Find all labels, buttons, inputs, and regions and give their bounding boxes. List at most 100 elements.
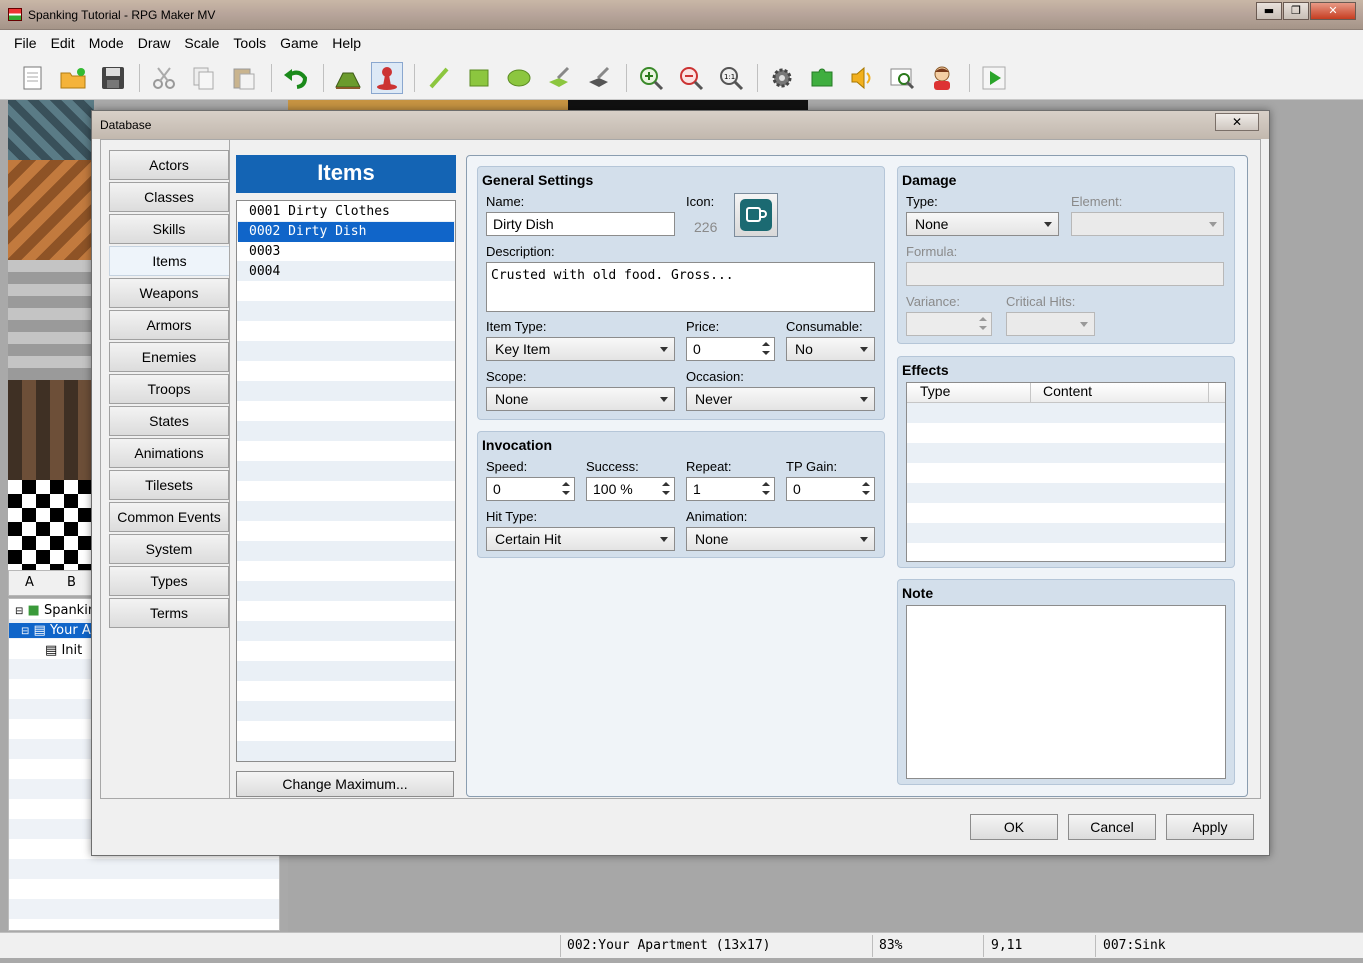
character-generator-icon[interactable] xyxy=(926,62,958,94)
spin-down-icon[interactable] xyxy=(562,491,570,495)
apply-button[interactable]: Apply xyxy=(1166,814,1254,840)
zoom-in-icon[interactable] xyxy=(635,62,667,94)
item-list[interactable]: 0001 Dirty Clothes 0002 Dirty Dish 0003 … xyxy=(236,200,456,762)
new-project-icon[interactable] xyxy=(17,62,49,94)
list-item[interactable]: 0001 Dirty Clothes xyxy=(238,202,454,222)
tileset-palette[interactable] xyxy=(8,100,94,570)
menu-file[interactable]: File xyxy=(14,35,45,51)
spin-down-icon[interactable] xyxy=(762,491,770,495)
nav-terms[interactable]: Terms xyxy=(109,598,229,628)
spin-down-icon[interactable] xyxy=(662,491,670,495)
maximize-button[interactable]: ❐ xyxy=(1283,2,1309,20)
paste-icon[interactable] xyxy=(228,62,260,94)
animation-select[interactable]: None xyxy=(686,527,875,551)
map-tree-root[interactable]: ⊟ ■ Spankin xyxy=(15,603,96,618)
spin-up-icon[interactable] xyxy=(762,342,770,346)
menu-edit[interactable]: Edit xyxy=(51,35,83,51)
undo-icon[interactable] xyxy=(280,62,312,94)
note-field[interactable] xyxy=(906,605,1226,779)
open-project-icon[interactable] xyxy=(57,62,89,94)
nav-classes[interactable]: Classes xyxy=(109,182,229,212)
minimize-button[interactable]: ▬ xyxy=(1256,2,1282,20)
effects-table[interactable]: Type Content xyxy=(906,382,1226,562)
effects-col-content[interactable]: Content xyxy=(1031,383,1209,403)
close-button[interactable]: ✕ xyxy=(1310,2,1356,20)
plugin-manager-icon[interactable] xyxy=(806,62,838,94)
nav-tilesets[interactable]: Tilesets xyxy=(109,470,229,500)
element-select[interactable] xyxy=(1071,212,1224,236)
dialog-close-button[interactable]: ✕ xyxy=(1215,113,1259,131)
nav-enemies[interactable]: Enemies xyxy=(109,342,229,372)
save-project-icon[interactable] xyxy=(97,62,129,94)
nav-armors[interactable]: Armors xyxy=(109,310,229,340)
list-item-selected[interactable]: 0002 Dirty Dish xyxy=(238,222,454,242)
hit-type-select[interactable]: Certain Hit xyxy=(486,527,675,551)
chevron-down-icon xyxy=(660,397,668,402)
menu-tools[interactable]: Tools xyxy=(233,35,274,51)
spin-up-icon[interactable] xyxy=(562,482,570,486)
nav-troops[interactable]: Troops xyxy=(109,374,229,404)
repeat-spinbox[interactable]: 1 xyxy=(686,477,775,501)
success-spinbox[interactable]: 100 % xyxy=(586,477,675,501)
menu-mode[interactable]: Mode xyxy=(89,35,132,51)
spin-up-icon[interactable] xyxy=(662,482,670,486)
menu-help[interactable]: Help xyxy=(332,35,369,51)
consumable-select[interactable]: No xyxy=(786,337,875,361)
nav-animations[interactable]: Animations xyxy=(109,438,229,468)
spin-up-icon[interactable] xyxy=(979,317,987,321)
event-mode-icon[interactable] xyxy=(371,62,403,94)
nav-common-events[interactable]: Common Events xyxy=(109,502,229,532)
nav-states[interactable]: States xyxy=(109,406,229,436)
speed-spinbox[interactable]: 0 xyxy=(486,477,575,501)
list-item[interactable]: 0003 xyxy=(238,242,454,262)
spin-down-icon[interactable] xyxy=(979,326,987,330)
menu-scale[interactable]: Scale xyxy=(184,35,227,51)
nav-actors[interactable]: Actors xyxy=(109,150,229,180)
tp-gain-spinbox[interactable]: 0 xyxy=(786,477,875,501)
damage-type-select[interactable]: None xyxy=(906,212,1059,236)
rectangle-icon[interactable] xyxy=(463,62,495,94)
name-field[interactable]: Dirty Dish xyxy=(486,212,675,236)
tileset-tab-a[interactable]: A xyxy=(25,575,34,590)
map-mode-icon[interactable] xyxy=(332,62,364,94)
ok-button[interactable]: OK xyxy=(970,814,1058,840)
list-item[interactable]: 0004 xyxy=(238,262,454,282)
tileset-tab-b[interactable]: B xyxy=(67,575,76,590)
map-tree-item-init[interactable]: ▤ Init xyxy=(45,643,82,658)
icon-picker[interactable] xyxy=(734,193,778,237)
nav-weapons[interactable]: Weapons xyxy=(109,278,229,308)
scope-select[interactable]: None xyxy=(486,387,675,411)
formula-field[interactable] xyxy=(906,262,1224,286)
playtest-icon[interactable] xyxy=(978,62,1010,94)
cut-icon[interactable] xyxy=(148,62,180,94)
price-spinbox[interactable]: 0 xyxy=(686,337,775,361)
nav-skills[interactable]: Skills xyxy=(109,214,229,244)
item-type-select[interactable]: Key Item xyxy=(486,337,675,361)
zoom-out-icon[interactable] xyxy=(675,62,707,94)
fill-icon[interactable] xyxy=(543,62,575,94)
menu-draw[interactable]: Draw xyxy=(138,35,179,51)
nav-items[interactable]: Items xyxy=(109,246,230,276)
spin-up-icon[interactable] xyxy=(762,482,770,486)
pencil-icon[interactable] xyxy=(423,62,455,94)
nav-types[interactable]: Types xyxy=(109,566,229,596)
copy-icon[interactable] xyxy=(188,62,220,94)
effects-col-type[interactable]: Type xyxy=(907,383,1031,403)
ellipse-icon[interactable] xyxy=(503,62,535,94)
sound-test-icon[interactable] xyxy=(846,62,878,94)
nav-system[interactable]: System xyxy=(109,534,229,564)
event-searcher-icon[interactable] xyxy=(886,62,918,94)
spin-up-icon[interactable] xyxy=(862,482,870,486)
spin-down-icon[interactable] xyxy=(762,351,770,355)
shadow-pen-icon[interactable] xyxy=(583,62,615,94)
actual-size-icon[interactable]: 1:1 xyxy=(715,62,747,94)
occasion-select[interactable]: Never xyxy=(686,387,875,411)
menu-game[interactable]: Game xyxy=(280,35,326,51)
database-icon[interactable] xyxy=(766,62,798,94)
cancel-button[interactable]: Cancel xyxy=(1068,814,1156,840)
variance-spinbox[interactable] xyxy=(906,312,992,336)
critical-hits-select[interactable] xyxy=(1006,312,1095,336)
description-field[interactable]: Crusted with old food. Gross... xyxy=(486,262,875,312)
change-maximum-button[interactable]: Change Maximum... xyxy=(236,771,454,797)
spin-down-icon[interactable] xyxy=(862,491,870,495)
